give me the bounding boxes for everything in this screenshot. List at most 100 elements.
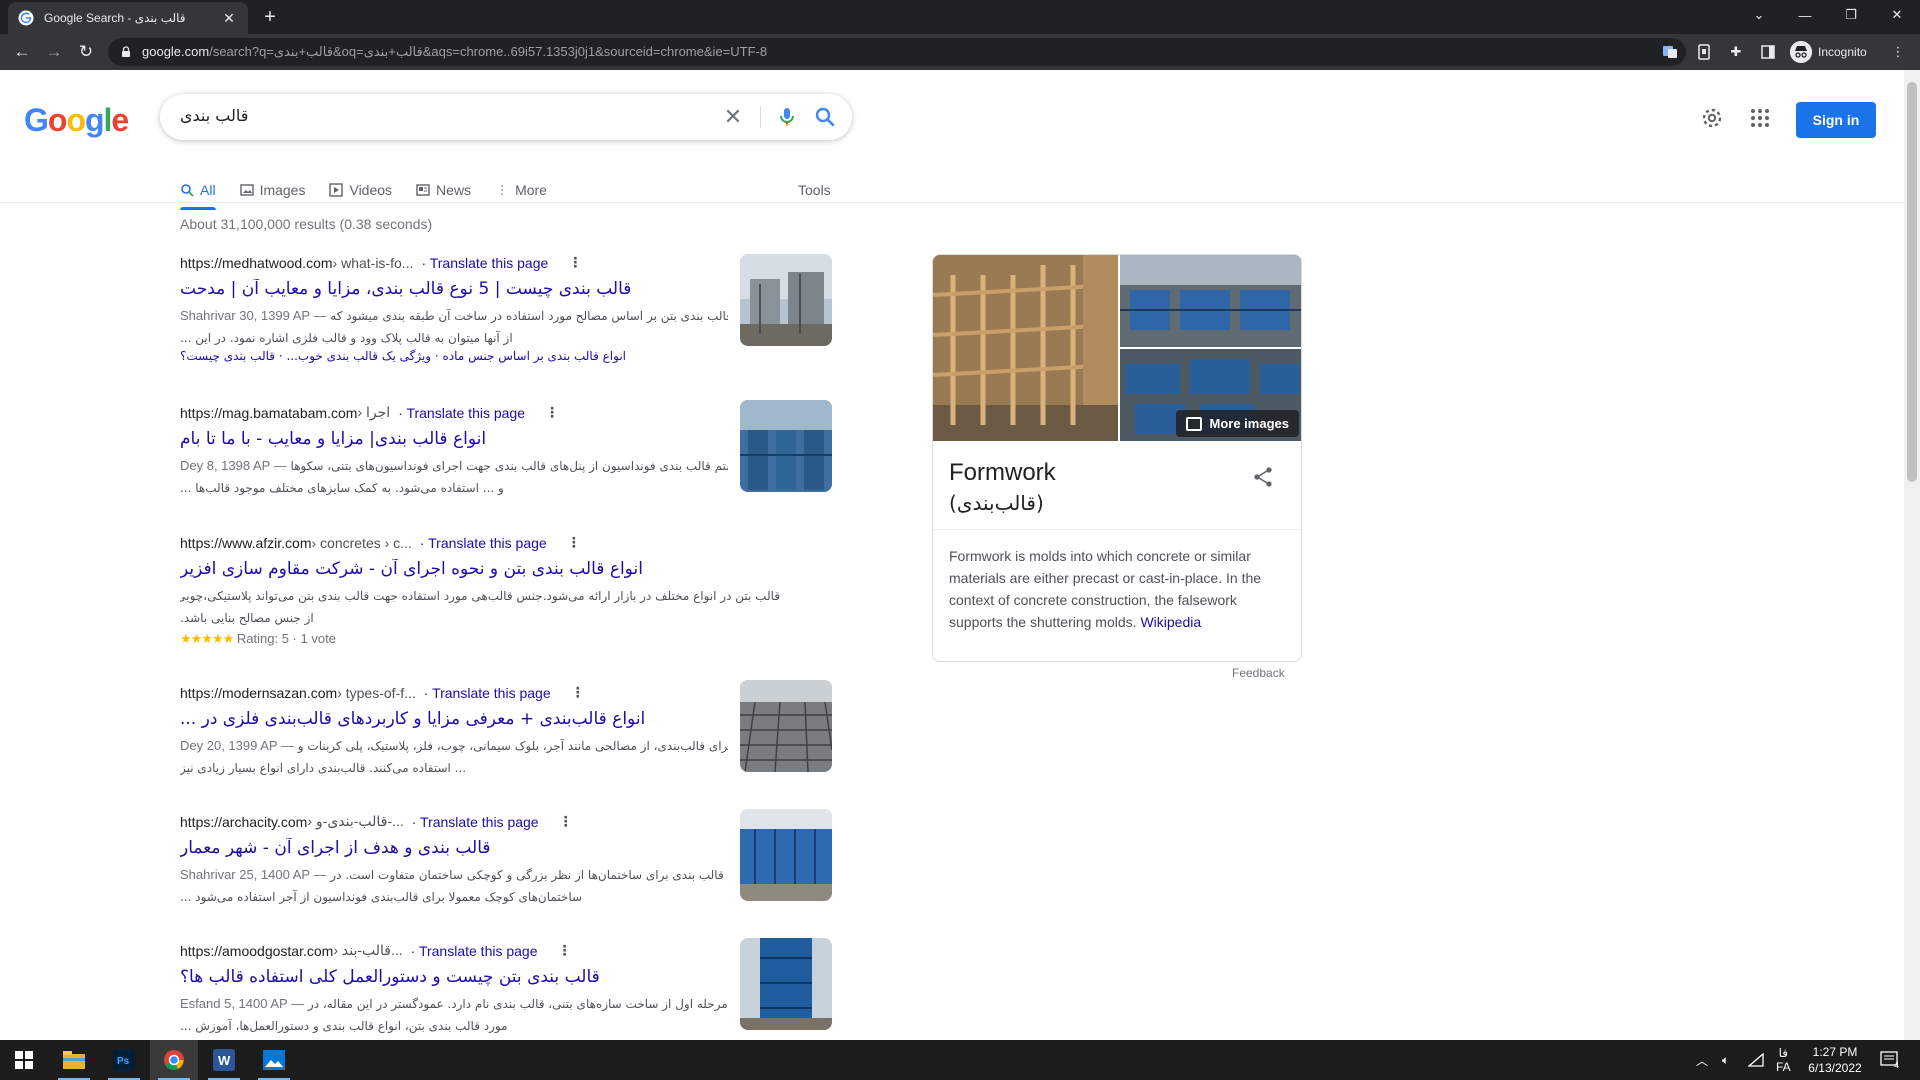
more-images-button[interactable]: More images [1175, 410, 1299, 437]
result-title[interactable]: انواع قالب بندی| مزایا و معایب - با ما ت… [180, 429, 720, 449]
result-title[interactable]: قالب بندی بتن چیست و دستورالعمل کلی استف… [180, 967, 720, 987]
input-language[interactable]: فا FA [1776, 1040, 1791, 1080]
tab-images-label: Images [259, 182, 306, 198]
scrollbar-thumb[interactable] [1907, 82, 1917, 482]
result-rating: ★★★★★ Rating: 5 · 1 vote [180, 631, 832, 647]
search-input[interactable] [180, 106, 680, 125]
result-menu-icon[interactable]: ⋮ [571, 684, 585, 701]
new-tab-icon[interactable]: + [258, 6, 282, 30]
tab-more[interactable]: ⋮ More [495, 170, 547, 210]
result-site[interactable]: https://medhatwood.com [180, 255, 333, 271]
result-title[interactable]: انواع قالب‌بندی + معرفی مزایا و کاربردها… [180, 709, 720, 729]
incognito-icon [1790, 41, 1812, 63]
chrome-taskbar-icon[interactable] [150, 1040, 198, 1080]
photoshop-icon[interactable]: Ps [100, 1040, 148, 1080]
result-thumbnail[interactable] [740, 809, 832, 901]
network-icon[interactable] [1748, 1040, 1764, 1080]
result-date: Dey 20, 1399 AP — [180, 738, 294, 753]
kp-image[interactable] [1120, 255, 1301, 347]
translate-link[interactable]: · Translate this page [420, 535, 547, 551]
result-thumbnail[interactable] [740, 400, 832, 492]
reload-icon[interactable]: ↻ [74, 40, 98, 64]
extension-card-icon[interactable] [1694, 42, 1714, 62]
result-menu-icon[interactable]: ⋮ [559, 813, 573, 830]
extensions-puzzle-icon[interactable]: ✚ [1726, 42, 1746, 62]
incognito-profile[interactable]: Incognito [1790, 40, 1867, 64]
translate-link[interactable]: · Translate this page [424, 685, 551, 701]
share-icon[interactable] [1251, 465, 1275, 489]
result-sitelinks[interactable]: انواع قالب بندی بر اساس جنس ماده · ویژگی… [180, 349, 728, 363]
result-site[interactable]: https://www.afzir.com [180, 535, 311, 551]
result-thumbnail[interactable] [740, 938, 832, 1030]
notifications-icon[interactable]: 4 [1880, 1040, 1899, 1080]
address-bar[interactable]: google.com/search?q=قالب+بندی&oq=قالب+بن… [108, 38, 1686, 66]
result-site[interactable]: https://archacity.com [180, 814, 307, 830]
feedback-link[interactable]: Feedback [1232, 666, 1285, 680]
word-icon[interactable]: W [200, 1040, 248, 1080]
tab-news[interactable]: News [416, 170, 471, 210]
translate-link[interactable]: · Translate this page [421, 255, 548, 271]
volume-muted-icon[interactable]: 🔈︎ [1722, 1040, 1729, 1080]
result-site[interactable]: https://modernsazan.com [180, 685, 337, 701]
kp-title: Formwork [949, 459, 1056, 486]
window-close-icon[interactable]: ✕ [1874, 0, 1920, 30]
result-snippet-line: از آنها میتوان به قالب پلاک وود و قالب ف… [180, 331, 513, 345]
forward-icon[interactable]: → [42, 40, 66, 64]
page-scrollbar[interactable] [1904, 70, 1920, 1040]
translate-extension-icon[interactable] [1660, 42, 1680, 62]
chrome-menu-icon[interactable]: ⋮ [1888, 42, 1908, 62]
url-text: google.com/search?q=قالب+بندی&oq=قالب+بن… [142, 44, 767, 60]
browser-tabbar: Google Search - قالب بندی ✕ + ⌄ — ❐ ✕ [0, 0, 1920, 34]
search-tabs: All Images Videos News ⋮ More [180, 170, 571, 210]
sign-in-button[interactable]: Sign in [1796, 102, 1876, 138]
search-result: https://www.afzir.com › concretes › c...… [180, 534, 832, 647]
svg-text:Ps: Ps [117, 1056, 130, 1067]
translate-link[interactable]: · Translate this page [412, 814, 539, 830]
result-cite: https://medhatwood.com › what-is-fo... ·… [180, 254, 832, 271]
result-title[interactable]: قالب بندی و هدف از اجرای آن - شهر معمار [180, 838, 720, 858]
clock-time: 1:27 PM [1812, 1045, 1858, 1059]
result-site[interactable]: https://amoodgostar.com [180, 943, 333, 959]
start-windows-icon[interactable] [0, 1040, 48, 1080]
result-snippet: Dey 8, 1398 AP — در سیستم قالب بندی فوند… [180, 455, 728, 499]
taskbar-clock[interactable]: 1:27 PM 6/13/2022 [1800, 1044, 1870, 1076]
result-menu-icon[interactable]: ⋮ [568, 254, 582, 271]
tray-show-hidden-icon[interactable]: ︿ [1696, 1040, 1708, 1080]
result-menu-icon[interactable]: ⋮ [545, 404, 559, 421]
tools-button[interactable]: Tools [798, 170, 831, 210]
google-logo[interactable]: Google [24, 102, 129, 139]
result-cite: https://archacity.com › قالب-بندی-و-... … [180, 813, 832, 830]
clear-search-icon[interactable]: ✕ [720, 104, 746, 130]
tab-all[interactable]: All [180, 170, 216, 210]
search-divider [760, 106, 761, 128]
result-title[interactable]: قالب بندی چیست | 5 نوع قالب بندی، مزایا … [180, 279, 720, 299]
tab-search-chevron-icon[interactable]: ⌄ [1736, 0, 1782, 30]
result-snippet-line: مورد قالب بندی بتن، انواع قالب بندی و دس… [180, 1019, 508, 1033]
browser-tab[interactable]: Google Search - قالب بندی ✕ [8, 2, 248, 34]
file-explorer-icon[interactable] [50, 1040, 98, 1080]
side-panel-icon[interactable] [1758, 42, 1778, 62]
search-icon[interactable] [812, 104, 838, 130]
voice-search-icon[interactable] [774, 104, 800, 130]
photos-icon[interactable] [250, 1040, 298, 1080]
tab-videos[interactable]: Videos [329, 170, 392, 210]
video-icon [329, 183, 344, 197]
google-apps-icon[interactable] [1748, 106, 1772, 130]
back-icon[interactable]: ← [10, 40, 34, 64]
tab-images[interactable]: Images [239, 170, 306, 210]
settings-gear-icon[interactable] [1700, 106, 1724, 130]
result-menu-icon[interactable]: ⋮ [558, 942, 572, 959]
translate-link[interactable]: · Translate this page [411, 943, 538, 959]
wikipedia-link[interactable]: Wikipedia [1140, 614, 1201, 630]
result-site[interactable]: https://mag.bamatabam.com [180, 405, 357, 421]
tab-close-icon[interactable]: ✕ [220, 10, 238, 27]
translate-link[interactable]: · Translate this page [398, 405, 525, 421]
result-menu-icon[interactable]: ⋮ [567, 534, 581, 551]
minimize-icon[interactable]: — [1782, 0, 1828, 30]
result-thumbnail[interactable] [740, 254, 832, 346]
result-thumbnail[interactable] [740, 680, 832, 772]
result-title[interactable]: انواع قالب بندی بتن و نحوه اجرای آن - شر… [180, 559, 720, 579]
result-path: › اجرا [357, 404, 391, 420]
kp-image[interactable] [933, 255, 1118, 441]
restore-icon[interactable]: ❐ [1828, 0, 1874, 30]
